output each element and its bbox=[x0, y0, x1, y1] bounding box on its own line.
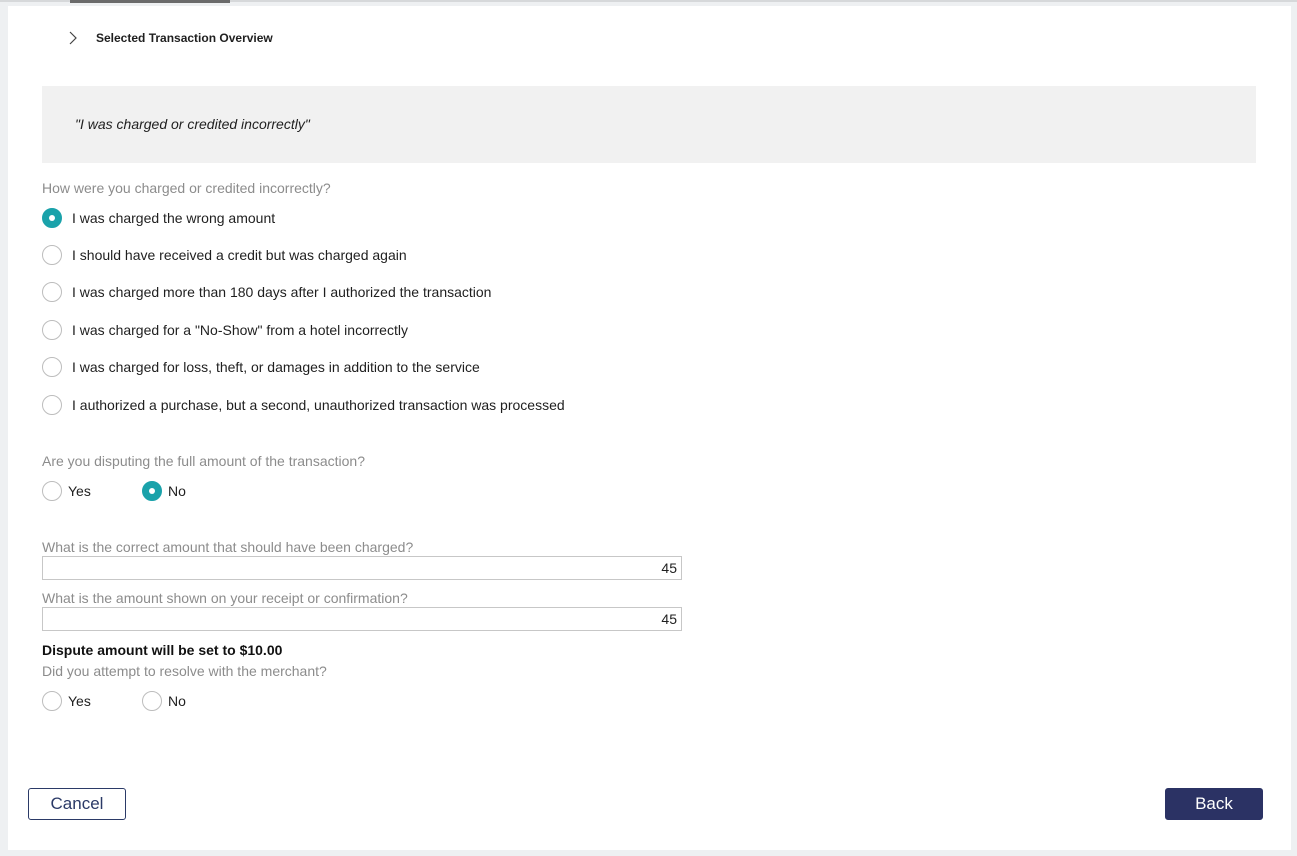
back-button[interactable]: Back bbox=[1165, 788, 1263, 820]
option-label: I was charged for loss, theft, or damage… bbox=[72, 359, 480, 375]
radio-wrong-amount[interactable] bbox=[42, 208, 62, 228]
option-hotel-no-show[interactable]: I was charged for a "No-Show" from a hot… bbox=[42, 320, 408, 340]
overview-title: Selected Transaction Overview bbox=[96, 31, 273, 45]
form-panel: Selected Transaction Overview "I was cha… bbox=[8, 6, 1291, 850]
option-label: I was charged for a "No-Show" from a hot… bbox=[72, 322, 408, 338]
reason-quote-box: "I was charged or credited incorrectly" bbox=[42, 86, 1256, 163]
question-charge-type-label: How were you charged or credited incorre… bbox=[42, 180, 331, 196]
radio-full-amount-no[interactable] bbox=[142, 481, 162, 501]
radio-charged-after-180-days[interactable] bbox=[42, 282, 62, 302]
option-label: No bbox=[168, 693, 186, 709]
question-receipt-amount-label: What is the amount shown on your receipt… bbox=[42, 590, 408, 606]
full-amount-no-option[interactable]: No bbox=[142, 481, 186, 501]
radio-second-unauthorized-transaction[interactable] bbox=[42, 395, 62, 415]
question-merchant-resolve-label: Did you attempt to resolve with the merc… bbox=[42, 663, 327, 679]
radio-full-amount-yes[interactable] bbox=[42, 481, 62, 501]
radio-credit-charged-again[interactable] bbox=[42, 245, 62, 265]
merchant-resolve-no-option[interactable]: No bbox=[142, 691, 186, 711]
option-label: Yes bbox=[68, 693, 91, 709]
transaction-overview-toggle[interactable]: Selected Transaction Overview bbox=[66, 26, 273, 50]
option-label: Yes bbox=[68, 483, 91, 499]
option-label: No bbox=[168, 483, 186, 499]
radio-loss-theft-damages[interactable] bbox=[42, 357, 62, 377]
reason-quote: "I was charged or credited incorrectly" bbox=[75, 116, 310, 132]
top-tab-indicator bbox=[70, 0, 230, 3]
option-wrong-amount[interactable]: I was charged the wrong amount bbox=[42, 208, 275, 228]
option-label: I authorized a purchase, but a second, u… bbox=[72, 397, 565, 413]
question-correct-amount-label: What is the correct amount that should h… bbox=[42, 539, 414, 555]
correct-amount-input[interactable] bbox=[42, 556, 682, 580]
radio-hotel-no-show[interactable] bbox=[42, 320, 62, 340]
dispute-amount-note: Dispute amount will be set to $10.00 bbox=[42, 642, 283, 658]
merchant-resolve-yes-option[interactable]: Yes bbox=[42, 691, 91, 711]
option-label: I should have received a credit but was … bbox=[72, 247, 407, 263]
option-label: I was charged the wrong amount bbox=[72, 210, 276, 226]
radio-merchant-resolve-yes[interactable] bbox=[42, 691, 62, 711]
full-amount-yes-option[interactable]: Yes bbox=[42, 481, 91, 501]
question-full-amount-label: Are you disputing the full amount of the… bbox=[42, 453, 365, 469]
radio-merchant-resolve-no[interactable] bbox=[142, 691, 162, 711]
chevron-right-icon[interactable] bbox=[66, 31, 80, 45]
option-second-unauthorized-transaction[interactable]: I authorized a purchase, but a second, u… bbox=[42, 395, 565, 415]
receipt-amount-input[interactable] bbox=[42, 607, 682, 631]
cancel-button[interactable]: Cancel bbox=[28, 788, 126, 820]
option-credit-charged-again[interactable]: I should have received a credit but was … bbox=[42, 245, 407, 265]
option-charged-after-180-days[interactable]: I was charged more than 180 days after I… bbox=[42, 282, 491, 302]
option-label: I was charged more than 180 days after I… bbox=[72, 284, 492, 300]
option-loss-theft-damages[interactable]: I was charged for loss, theft, or damage… bbox=[42, 357, 480, 377]
